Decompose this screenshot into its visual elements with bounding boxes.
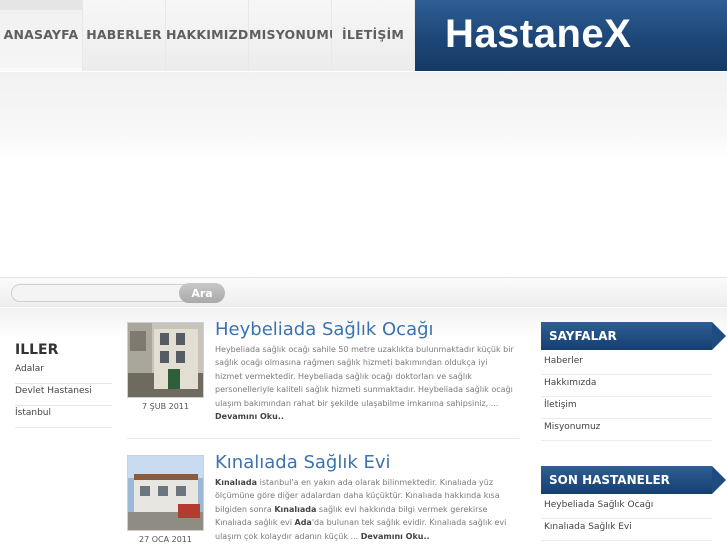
sayfalar-heading: SAYFALAR: [541, 322, 726, 350]
building-photo-icon: [128, 456, 203, 530]
post-thumbnail[interactable]: [127, 455, 204, 531]
sidebar-item-hospital[interactable]: Heybeliada Sağlık Ocağı: [541, 497, 712, 519]
post-thumbnail[interactable]: [127, 322, 204, 398]
post-excerpt-bold: Kınalıada: [215, 478, 258, 487]
sidebar-item-label: Heybeliada Sağlık Ocağı: [544, 500, 654, 510]
post-title[interactable]: Heybeliada Sağlık Ocağı: [215, 319, 434, 340]
logo-text: HastaneX: [445, 12, 632, 56]
post-excerpt: Kınalıada istanbul'a en yakın ada olarak…: [215, 476, 517, 543]
nav-label: MISYONUMUZ: [249, 27, 349, 42]
search-button[interactable]: Ara: [179, 283, 225, 303]
post-excerpt-bold: Kınalıada: [274, 504, 317, 514]
nav-hakkimizda[interactable]: HAKKIMIZDA: [166, 0, 259, 71]
search-input[interactable]: [11, 284, 185, 302]
ribbon-label: SAYFALAR: [549, 329, 617, 343]
nav-anasayfa[interactable]: ANASAYFA: [0, 0, 83, 71]
sidebar-item-iletisim[interactable]: İletişim: [541, 397, 712, 419]
post-date: 27 OCA 2011: [139, 535, 192, 544]
nav-haberler[interactable]: HABERLER: [83, 0, 166, 71]
sidebar-item-label: İletişim: [544, 400, 577, 410]
nav-label: İLETİŞİM: [341, 27, 405, 42]
sidebar-item-label: Haberler: [544, 356, 583, 366]
read-more-link[interactable]: Devamını Oku..: [361, 532, 430, 541]
iller-item-label: Adalar: [15, 364, 44, 374]
top-navigation: ANASAYFA HABERLER HAKKIMIZDA MISYONUMUZ …: [0, 0, 727, 71]
sidebar-item-haberler[interactable]: Haberler: [541, 353, 712, 375]
post-date: 7 ŞUB 2011: [142, 402, 189, 411]
iller-item-label: Devlet Hastanesi: [15, 386, 92, 396]
nav-label: HABERLER: [86, 27, 162, 42]
post-excerpt-bold: Ada: [294, 518, 312, 528]
sidebar-item-label: Kınalıada Sağlık Evi: [544, 522, 632, 532]
banner-area: [0, 72, 727, 278]
iller-item-label: İstanbul: [15, 408, 52, 418]
post-divider: [127, 438, 519, 439]
sidebar-item-hakkimizda[interactable]: Hakkımızda: [541, 375, 712, 397]
nav-label: ANASAYFA: [3, 27, 79, 42]
sidebar-item-label: Misyonumuz: [544, 422, 601, 432]
iller-item[interactable]: İstanbul: [15, 406, 112, 428]
post-title[interactable]: Kınalıada Sağlık Evi: [215, 452, 391, 473]
read-more-link[interactable]: Devamını Oku..: [215, 412, 284, 421]
iller-heading: ILLER: [15, 342, 59, 358]
nav-iletisim[interactable]: İLETİŞİM: [332, 0, 415, 71]
nav-label: HAKKIMIZDA: [166, 27, 259, 42]
sidebar-item-hospital[interactable]: Kınalıada Sağlık Evi: [541, 519, 712, 541]
son-hastaneler-heading: SON HASTANELER: [541, 466, 726, 494]
sidebar-item-label: Hakkımızda: [544, 378, 597, 388]
search-bar: Ara: [0, 277, 727, 307]
sidebar-item-misyonumuz[interactable]: Misyonumuz: [541, 419, 712, 441]
ribbon-label: SON HASTANELER: [549, 473, 670, 487]
site-logo[interactable]: HastaneX: [415, 0, 727, 71]
iller-item[interactable]: Devlet Hastanesi: [15, 384, 112, 406]
post-excerpt-text: Heybeliada sağlık ocağı sahile 50 metre …: [215, 345, 514, 408]
building-photo-icon: [128, 323, 203, 397]
nav-misyonumuz[interactable]: MISYONUMUZ: [249, 0, 349, 71]
iller-item[interactable]: Adalar: [15, 362, 112, 384]
post-excerpt: Heybeliada sağlık ocağı sahile 50 metre …: [215, 343, 517, 423]
